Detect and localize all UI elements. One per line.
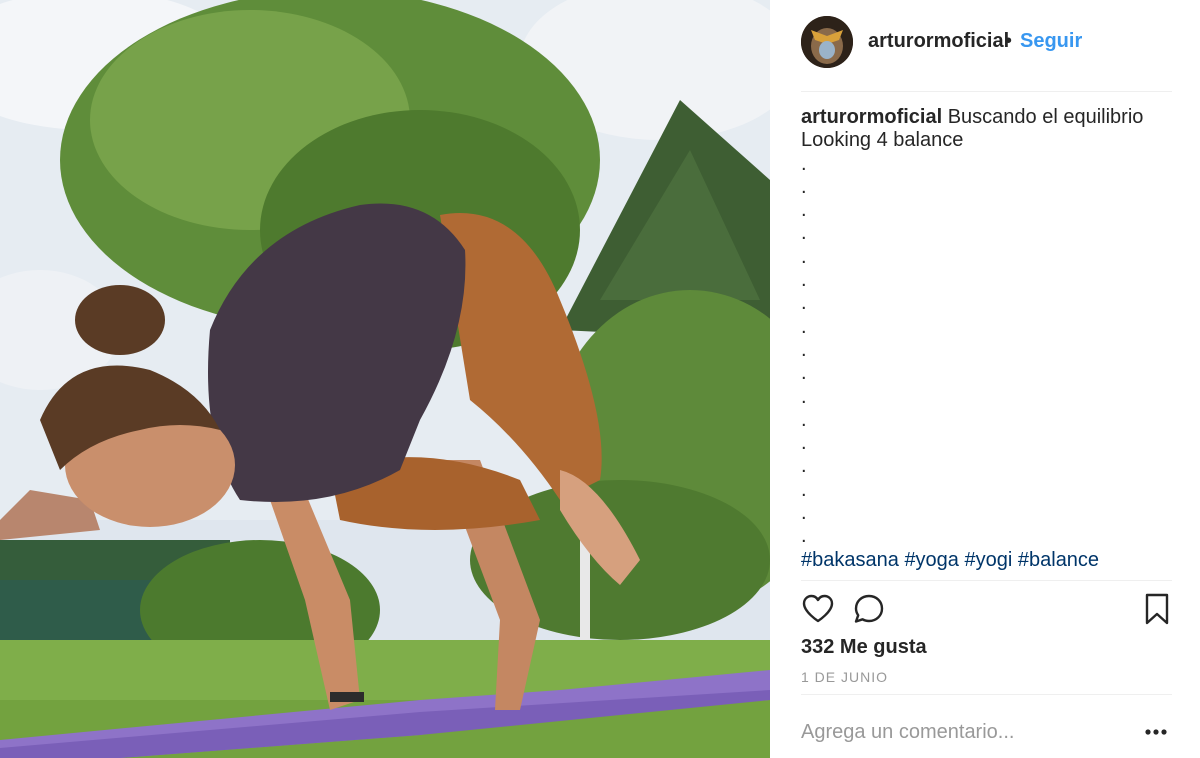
caption-dot: . xyxy=(801,408,807,431)
hashtag-link[interactable]: #balance xyxy=(1018,549,1099,571)
caption-dot: . xyxy=(801,199,807,222)
like-count[interactable]: 332 Me gusta xyxy=(801,636,927,659)
hashtag-link[interactable]: #yogi xyxy=(965,549,1013,571)
caption-dots: ................. xyxy=(801,153,1181,549)
more-options-icon xyxy=(1145,729,1167,735)
caption-dot: . xyxy=(801,362,807,385)
caption-dot: . xyxy=(801,269,807,292)
header-divider xyxy=(801,91,1172,92)
post-panel: arturormoficial • Seguir arturormoficial… xyxy=(770,0,1200,758)
caption-dot: . xyxy=(801,315,807,338)
comment-input[interactable] xyxy=(801,718,1131,746)
caption-dot: . xyxy=(801,502,807,525)
save-button[interactable] xyxy=(1140,592,1174,626)
heart-icon xyxy=(802,594,834,623)
caption-dot: . xyxy=(801,175,807,198)
avatar-image xyxy=(801,16,853,68)
bookmark-icon xyxy=(1145,593,1169,625)
caption-dot: . xyxy=(801,338,807,361)
comment-button[interactable] xyxy=(852,592,886,626)
action-bar xyxy=(770,580,1200,640)
caption-dot: . xyxy=(801,245,807,268)
caption-dot: . xyxy=(801,292,807,315)
caption-username[interactable]: arturormoficial xyxy=(801,106,942,128)
caption-dot: . xyxy=(801,525,807,548)
avatar[interactable] xyxy=(801,16,853,68)
caption-dot: . xyxy=(801,455,807,478)
follow-button[interactable]: Seguir xyxy=(1020,30,1082,53)
caption-dot: . xyxy=(801,385,807,408)
hashtag-link[interactable]: #yoga xyxy=(904,549,959,571)
yoga-pose-photo xyxy=(0,0,770,758)
comment-bubble-icon xyxy=(854,594,884,623)
post-date[interactable]: 1 DE JUNIO xyxy=(801,669,888,685)
caption-dot: . xyxy=(801,222,807,245)
comment-divider xyxy=(801,694,1172,695)
more-options-button[interactable] xyxy=(1142,718,1172,746)
separator-dot: • xyxy=(1005,30,1013,52)
post-header: arturormoficial • Seguir xyxy=(770,0,1200,92)
caption-text-line1: Buscando el equilibrio xyxy=(947,106,1144,128)
caption-dot: . xyxy=(801,152,807,175)
caption: arturormoficial Buscando el equilibrio L… xyxy=(801,106,1181,580)
username-link[interactable]: arturormoficial xyxy=(868,30,1009,53)
hashtag-link[interactable]: #bakasana xyxy=(801,549,899,571)
caption-text-line2: Looking 4 balance xyxy=(801,129,964,152)
caption-hashtags: #bakasana #yoga #yogi #balance xyxy=(801,549,1181,572)
caption-dot: . xyxy=(801,478,807,501)
caption-dot: . xyxy=(801,432,807,455)
post-photo[interactable] xyxy=(0,0,770,758)
like-button[interactable] xyxy=(801,592,835,626)
